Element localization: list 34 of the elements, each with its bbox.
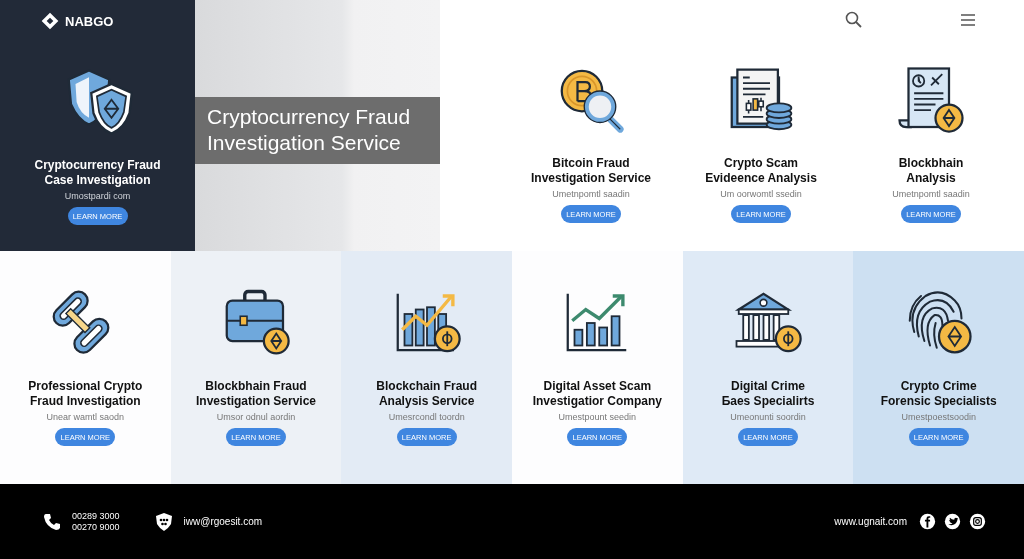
service-subtitle: Umetnpomtl saadin — [552, 189, 630, 199]
twitter-icon[interactable] — [944, 513, 961, 530]
facebook-icon[interactable] — [919, 513, 936, 530]
service-title: Crypto Crime Forensic Specialists — [880, 379, 997, 409]
service-title: Blockbhain Fraud Investigation Service — [195, 379, 316, 409]
service-title: Blockchain Fraud Analysis Service — [376, 379, 477, 409]
hero-title: Cryptocurrency Fraud Investigation Service — [195, 97, 440, 164]
document-coin-icon — [895, 64, 967, 136]
service-subtitle: Umetnpomtl saadin — [892, 189, 970, 199]
service-subtitle: Umostpardi com — [64, 191, 131, 201]
service-subtitle: Umeonunti soordin — [730, 412, 806, 422]
service-subtitle: Umsor odnul aordin — [216, 412, 296, 422]
instagram-icon[interactable] — [969, 513, 986, 530]
logo-icon — [40, 11, 60, 31]
brand-name: NABGO — [65, 13, 114, 29]
service-subtitle: Umestpoestsoodin — [901, 412, 976, 422]
service-subtitle: Um oorwomtl ssedin — [720, 189, 802, 199]
service-title: Digital Crime Бaes Specialirts — [721, 379, 815, 409]
phone-number: 00270 9000 — [72, 521, 120, 533]
service-title: Cryptocurrency Fraud Case Investigation — [34, 158, 161, 188]
service-title: Bitcoin Fraud Investigation Service — [530, 156, 651, 186]
service-subtitle: Umestpount seedin — [558, 412, 637, 422]
service-title: Blockbhain Analysis — [898, 156, 964, 186]
service-title: Crypto Scam Evideence Analysis — [705, 156, 817, 186]
phone-number: 00289 3000 — [72, 510, 120, 522]
service-subtitle: Umesrcondl toordn — [388, 412, 465, 422]
phone-icon — [42, 511, 62, 532]
search-icon[interactable] — [844, 10, 864, 30]
service-subtitle: Unear wamtl saodn — [46, 412, 125, 422]
shield-icon — [153, 511, 174, 532]
service-title: Professional Crypto Fraud Investigation — [28, 379, 143, 409]
website-link[interactable]: www.ugnait.com — [834, 516, 907, 527]
service-title: Digital Asset Scam Investigatior Company — [532, 379, 662, 409]
email-address: iww@rgoesit.com — [183, 516, 263, 527]
